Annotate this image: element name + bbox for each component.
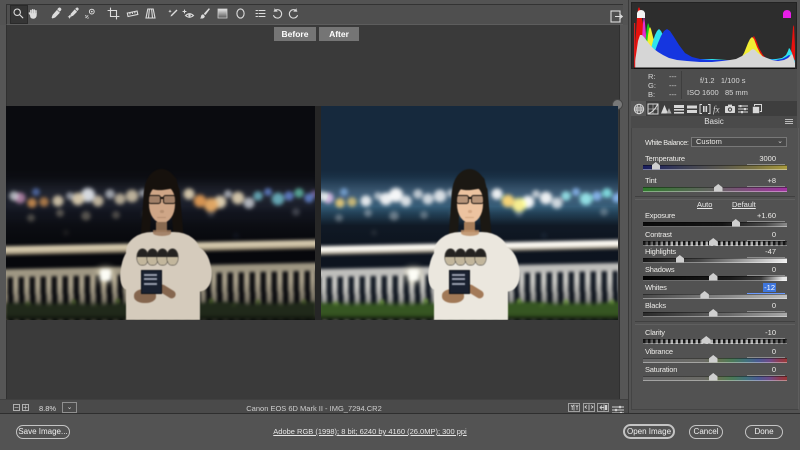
svg-text:fx: fx: [713, 104, 720, 114]
